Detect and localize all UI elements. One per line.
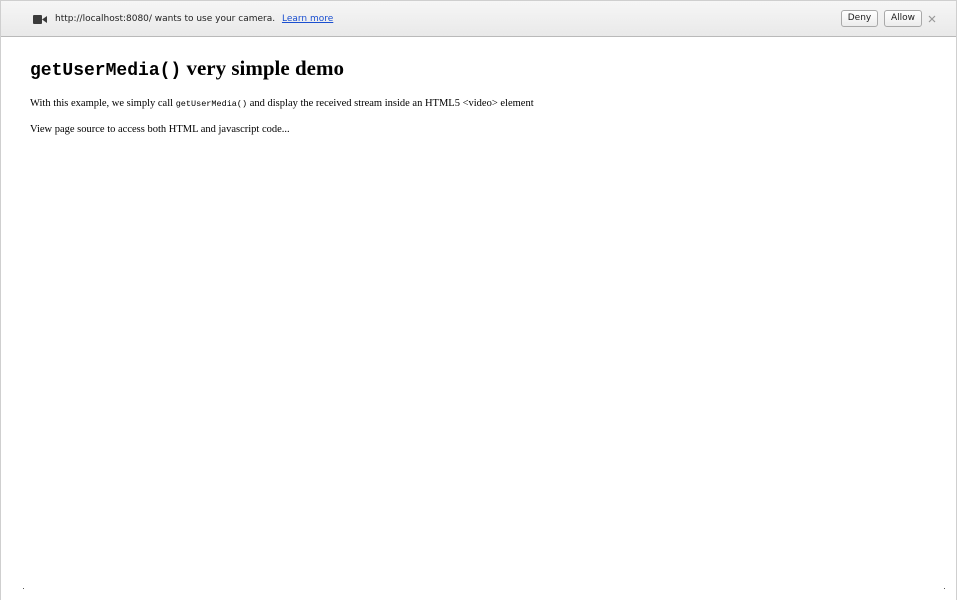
corner-dot-right (944, 588, 945, 589)
page-content: getUserMedia() very simple demo With thi… (30, 53, 930, 135)
infobar-message: http://localhost:8080/ wants to use your… (55, 14, 276, 24)
intro-text-after: and display the received stream inside a… (247, 98, 534, 109)
infobar-message-container: http://localhost:8080/ wants to use your… (55, 13, 333, 25)
browser-viewport: http://localhost:8080/ wants to use your… (0, 0, 957, 600)
source-note-paragraph: View page source to access both HTML and… (30, 124, 290, 135)
close-icon[interactable] (928, 15, 936, 23)
allow-button[interactable]: Allow (884, 10, 922, 27)
learn-more-link[interactable]: Learn more (282, 14, 333, 24)
intro-paragraph: With this example, we simply call getUse… (30, 97, 534, 111)
camera-permission-infobar: http://localhost:8080/ wants to use your… (1, 1, 956, 37)
page-title-code: getUserMedia() (30, 61, 182, 81)
deny-button[interactable]: Deny (841, 10, 878, 27)
page-title: getUserMedia() very simple demo (30, 53, 930, 86)
intro-text-before: With this example, we simply call (30, 98, 176, 109)
corner-dot-left (23, 588, 24, 589)
intro-code: getUserMedia() (175, 99, 248, 109)
page-title-text: very simple demo (181, 56, 344, 80)
video-camera-icon (33, 15, 47, 24)
